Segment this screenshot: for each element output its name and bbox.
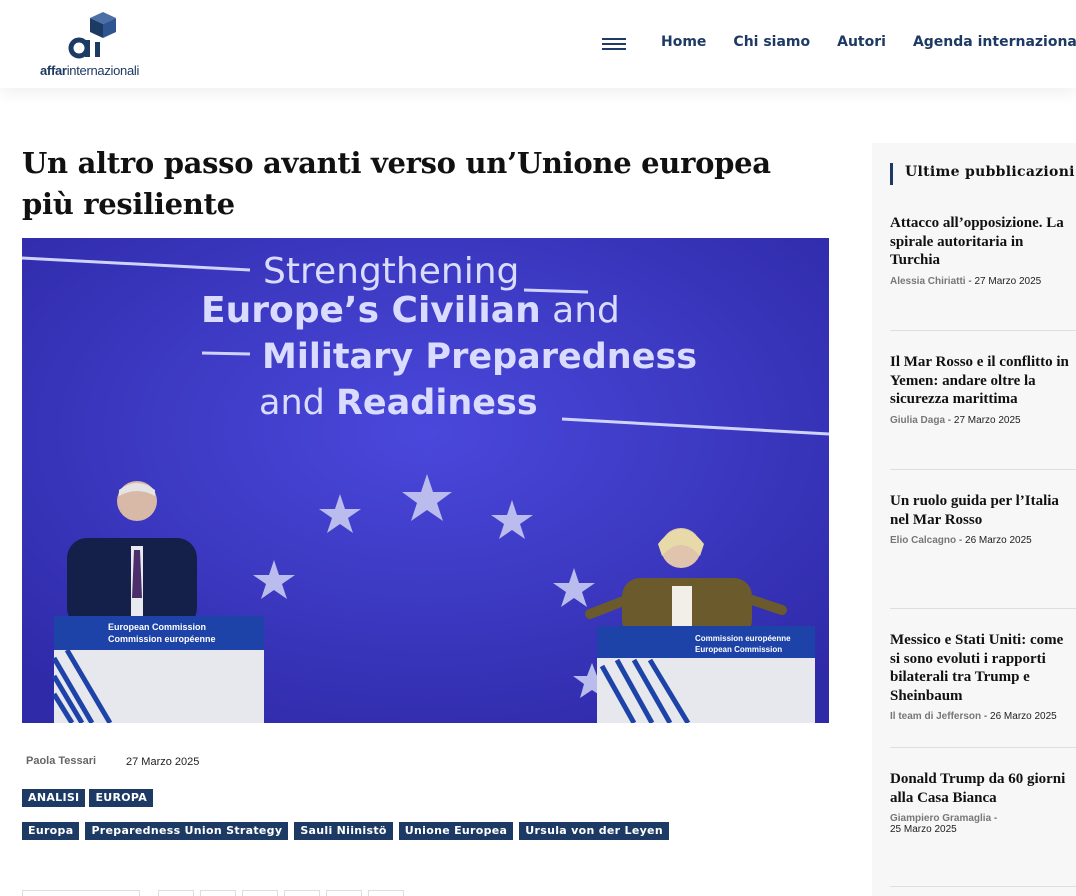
nav-home[interactable]: Home xyxy=(661,34,706,50)
post-title[interactable]: Un ruolo guida per l’Italia nel Mar Ross… xyxy=(890,492,1076,529)
divider xyxy=(890,747,1076,748)
list-item[interactable]: Messico e Stati Uniti: come si sono evol… xyxy=(890,631,1076,722)
share-button[interactable] xyxy=(326,890,362,896)
menu-hamburger-icon[interactable] xyxy=(602,38,626,52)
divider xyxy=(890,330,1076,331)
svg-text:European Commission: European Commission xyxy=(108,622,206,632)
share-button[interactable] xyxy=(242,890,278,896)
share-button[interactable] xyxy=(200,890,236,896)
list-item[interactable]: Attacco all’opposizione. La spirale auto… xyxy=(890,214,1076,287)
divider xyxy=(890,886,1076,887)
logo-wordmark: affarinternazionali xyxy=(40,63,140,78)
sidebar-heading: Ultime pubblicazioni xyxy=(890,163,1075,185)
category-list: ANALISI EUROPA xyxy=(22,789,154,807)
post-meta: Giulia Daga - 27 Marzo 2025 xyxy=(890,414,1021,426)
share-button[interactable] xyxy=(284,890,320,896)
article-date: 27 Marzo 2025 xyxy=(126,756,200,768)
divider xyxy=(890,469,1076,470)
tag-sauli-niinisto[interactable]: Sauli Niinistö xyxy=(294,822,393,840)
hero-line-1: Strengthening xyxy=(263,251,519,292)
article-author[interactable]: Paola Tessari xyxy=(26,755,96,767)
svg-text:Commission européenne: Commission européenne xyxy=(108,634,216,644)
post-title[interactable]: Il Mar Rosso e il conflitto in Yemen: an… xyxy=(890,353,1076,409)
share-button[interactable] xyxy=(158,890,194,896)
site-header: affarinternazionali Home Chi siamo Autor… xyxy=(0,0,1076,88)
post-meta: Giampiero Gramaglia -25 Marzo 2025 xyxy=(890,813,998,835)
tag-preparedness-union-strategy[interactable]: Preparedness Union Strategy xyxy=(85,822,289,840)
post-meta: Alessia Chiriatti - 27 Marzo 2025 xyxy=(890,275,1042,287)
svg-text:Military Preparedness: Military Preparedness xyxy=(262,337,697,377)
post-title[interactable]: Messico e Stati Uniti: come si sono evol… xyxy=(890,631,1076,705)
article-hero-image: Strengthening Europe’s Civilian and Mili… xyxy=(22,238,829,723)
main-nav: Home Chi siamo Autori Agenda internazion… xyxy=(661,34,1076,50)
article-title: Un altro passo avanti verso un’Unione eu… xyxy=(22,146,771,221)
sidebar-latest: Ultime pubblicazioni Attacco all’opposiz… xyxy=(872,143,1076,896)
nav-autori[interactable]: Autori xyxy=(837,34,886,50)
post-title[interactable]: Donald Trump da 60 giorni alla Casa Bian… xyxy=(890,770,1076,807)
share-buttons xyxy=(22,890,404,896)
category-analisi[interactable]: ANALISI xyxy=(22,789,86,807)
list-item[interactable]: Donald Trump da 60 giorni alla Casa Bian… xyxy=(890,770,1076,835)
svg-text:Europe’s Civilian and: Europe’s Civilian and xyxy=(201,290,620,331)
category-europa[interactable]: EUROPA xyxy=(89,789,154,807)
tag-list: Europa Preparedness Union Strategy Sauli… xyxy=(22,822,669,840)
nav-agenda-internazionale[interactable]: Agenda internazionale xyxy=(913,34,1076,50)
list-item[interactable]: Il Mar Rosso e il conflitto in Yemen: an… xyxy=(890,353,1076,426)
article-byline: Paola Tessari 27 Marzo 2025 xyxy=(26,755,199,768)
share-button[interactable] xyxy=(368,890,404,896)
tag-europa[interactable]: Europa xyxy=(22,822,80,840)
tag-ursula-von-der-leyen[interactable]: Ursula von der Leyen xyxy=(519,822,669,840)
share-button[interactable] xyxy=(22,890,140,896)
list-item[interactable]: Un ruolo guida per l’Italia nel Mar Ross… xyxy=(890,492,1076,546)
svg-text:Commission européenne: Commission européenne xyxy=(695,634,791,643)
divider xyxy=(890,608,1076,609)
post-meta: Il team di Jefferson - 26 Marzo 2025 xyxy=(890,711,1057,722)
tag-unione-europea[interactable]: Unione Europea xyxy=(398,822,514,840)
svg-text:and Readiness: and Readiness xyxy=(259,383,538,423)
post-title[interactable]: Attacco all’opposizione. La spirale auto… xyxy=(890,214,1076,270)
svg-text:European Commission: European Commission xyxy=(695,645,782,654)
post-meta: Elio Calcagno - 26 Marzo 2025 xyxy=(890,535,1032,546)
nav-chi-siamo[interactable]: Chi siamo xyxy=(733,34,810,50)
